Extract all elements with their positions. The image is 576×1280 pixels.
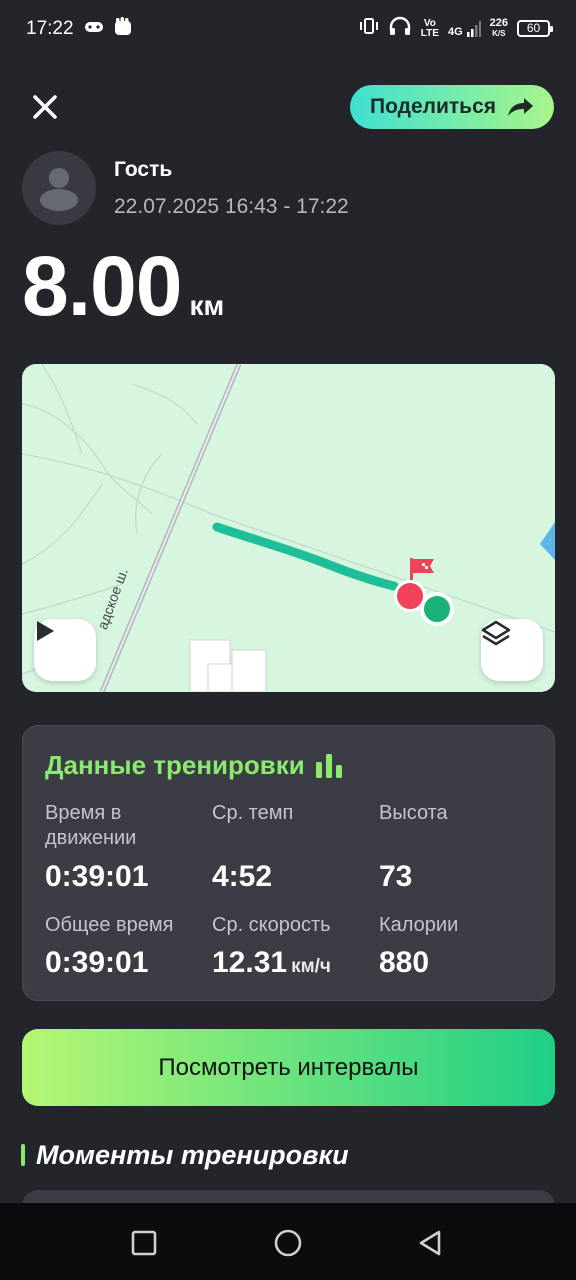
headphones-icon: [388, 16, 412, 41]
section-accent-bar: [21, 1144, 25, 1166]
layers-icon: [481, 620, 511, 646]
stat-label-calories: Калории: [379, 914, 459, 936]
stat-value-avg-pace: 4:52: [212, 860, 273, 893]
stat-label-avg-pace: Ср. темп: [212, 802, 294, 824]
distance-value: 8.00: [22, 239, 182, 333]
recent-apps-button[interactable]: [124, 1223, 164, 1263]
close-button[interactable]: [26, 88, 64, 126]
share-button[interactable]: Поделиться: [350, 85, 554, 129]
home-button[interactable]: [268, 1223, 308, 1263]
user-name: Гость: [114, 158, 173, 181]
stats-title: Данные тренировки: [45, 750, 345, 781]
share-arrow-icon: [508, 98, 534, 116]
stat-value-moving-time: 0:39:01: [45, 860, 149, 893]
total-distance: 8.00 км: [22, 238, 224, 335]
view-intervals-button[interactable]: Посмотреть интервалы: [22, 1029, 555, 1106]
stat-value-calories: 880: [379, 946, 430, 979]
stat-label-total-time: Общее время: [45, 914, 174, 936]
workout-stats-card: Данные тренировки Время в движении Ср. т…: [22, 725, 555, 1001]
bar-chart-icon: [315, 753, 342, 778]
battery-indicator: 60: [517, 20, 553, 37]
play-icon: [37, 621, 54, 641]
network-speed: 226 K/S: [489, 17, 508, 39]
cellular-signal-icon: 4G: [448, 20, 481, 37]
home-icon: [274, 1229, 302, 1257]
close-icon: [33, 95, 57, 119]
workout-summary-screen: 17:22 Vo LTE 4G 226 K/S 60 Поделиться Го…: [0, 0, 576, 1280]
distance-unit: км: [189, 290, 225, 321]
replay-route-button[interactable]: [34, 619, 96, 681]
status-time: 17:22: [26, 18, 74, 39]
share-label: Поделиться: [369, 95, 497, 118]
start-marker: [420, 592, 454, 626]
avatar[interactable]: [22, 151, 96, 225]
avg-speed-number: 12.31: [212, 946, 288, 979]
stat-label-moving-time: Время в движении: [45, 802, 137, 849]
back-icon: [419, 1230, 441, 1256]
fist-icon: [112, 16, 134, 43]
map-canvas: [22, 364, 555, 692]
stat-label-elevation: Высота: [379, 802, 448, 824]
avg-speed-unit: км/ч: [291, 956, 331, 977]
stat-value-elevation: 73: [379, 860, 413, 893]
gamepad-icon: [84, 19, 104, 40]
vibrate-icon: [359, 16, 379, 41]
user-silhouette-icon: [40, 168, 78, 211]
map-layers-button[interactable]: [481, 619, 543, 681]
recent-apps-icon: [131, 1230, 157, 1256]
stat-label-avg-speed: Ср. скорость: [212, 914, 331, 936]
back-button[interactable]: [410, 1223, 450, 1263]
route-map[interactable]: адское ш.: [22, 364, 555, 692]
stat-value-avg-speed: 12.31 км/ч: [212, 946, 331, 980]
stat-value-total-time: 0:39:01: [45, 946, 149, 979]
system-nav-bar: [0, 1203, 576, 1280]
workout-datetime: 22.07.2025 16:43 - 17:22: [114, 195, 349, 218]
status-bar: 17:22 Vo LTE 4G 226 K/S 60: [0, 0, 576, 58]
volte-indicator: Vo LTE: [420, 17, 439, 39]
moments-section-title: Моменты тренировки: [36, 1140, 349, 1170]
